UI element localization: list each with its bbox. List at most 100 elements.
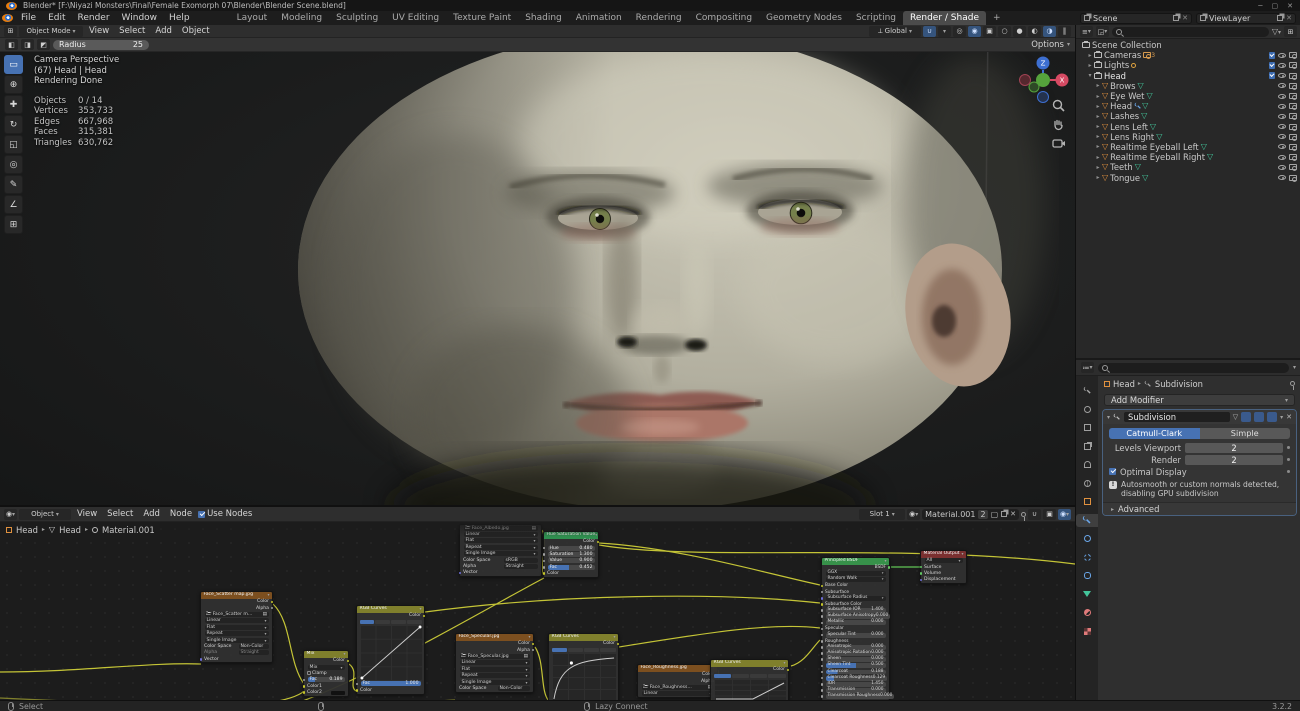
scene-selector[interactable]: Scene ✕ (1080, 13, 1192, 24)
new-material-icon[interactable] (1001, 511, 1007, 517)
radius-slider[interactable]: Radius 25 (53, 40, 149, 50)
snap-icon[interactable]: ∪ (1028, 509, 1041, 520)
delete-modifier-icon[interactable]: ✕ (1286, 413, 1292, 421)
mode-selector[interactable]: Object Mode▾ (19, 26, 83, 37)
new-collection-icon[interactable]: ⊞ (1284, 26, 1297, 37)
render-levels-slider[interactable]: 2 (1185, 455, 1283, 465)
modifier-name-field[interactable]: Subdivision (1124, 412, 1230, 422)
breadcrumb-object[interactable]: Head (1113, 379, 1135, 389)
tab-output[interactable] (1076, 421, 1098, 434)
add-modifier-dropdown[interactable]: Add Modifier▾ (1104, 394, 1295, 406)
tab-compositing[interactable]: Compositing (689, 11, 759, 25)
tool-scale[interactable]: ◱ (4, 135, 23, 154)
crumb-object[interactable]: Head (16, 525, 38, 535)
render-visibility-icon[interactable] (1289, 144, 1297, 150)
tab-render-shade[interactable]: Render / Shade (903, 11, 986, 25)
node-material-output[interactable]: Material Output▾ All▾ Surface Volume Dis… (920, 550, 967, 584)
outliner-row-scene-collection[interactable]: Scene Collection (1076, 40, 1300, 50)
shader-editor-type-icon[interactable]: ◉▾ (4, 509, 17, 520)
outliner-filter-icon[interactable]: ▽▾ (1272, 27, 1281, 36)
transform-orientation-selector[interactable]: ⟂Global▾ (869, 26, 921, 37)
zoom-icon[interactable] (1052, 99, 1065, 112)
hide-eye-icon[interactable] (1278, 83, 1286, 88)
overlay-icon[interactable]: ▣ (1043, 509, 1056, 520)
collection-checkbox[interactable] (1269, 62, 1276, 69)
viewport-menu-view[interactable]: View (85, 26, 113, 36)
display-editmode-toggle[interactable] (1241, 412, 1251, 422)
outliner-row-lens-right[interactable]: ▸▽ Lens Right▽ (1076, 132, 1300, 142)
render-visibility-icon[interactable] (1289, 154, 1297, 160)
node-rgb-curves-3[interactable]: RGB Curves▾ Color (710, 659, 789, 700)
hide-eye-icon[interactable] (1278, 124, 1286, 129)
pin-icon[interactable] (1021, 512, 1026, 517)
render-visibility-icon[interactable] (1289, 113, 1297, 119)
outliner-row-lashes[interactable]: ▸▽ Lashes▽ (1076, 111, 1300, 121)
shading-wireframe-icon[interactable]: ○ (998, 26, 1011, 37)
unlink-scene-icon[interactable]: ✕ (1182, 14, 1188, 22)
outliner-row-realtime-eyeball-left[interactable]: ▸▽ Realtime Eyeball Left▽ (1076, 142, 1300, 152)
shader-type-selector[interactable]: Object▾ (19, 509, 71, 520)
browse-material-icon[interactable]: ◉▾ (907, 509, 920, 520)
tab-sculpting[interactable]: Sculpting (329, 11, 385, 25)
outliner-filter-type-icon[interactable]: ◲▾ (1096, 26, 1109, 37)
tab-layout[interactable]: Layout (230, 11, 275, 25)
tab-particles[interactable] (1076, 532, 1098, 545)
display-render-toggle[interactable] (1267, 412, 1277, 422)
optimal-display-checkbox[interactable] (1109, 468, 1116, 475)
hide-eye-icon[interactable] (1278, 165, 1286, 170)
tool-move[interactable]: ✚ (4, 95, 23, 114)
tool-rotate[interactable]: ↻ (4, 115, 23, 134)
menu-edit[interactable]: Edit (42, 11, 71, 25)
tool-annotate[interactable]: ✎ (4, 175, 23, 194)
pan-hand-icon[interactable] (1052, 118, 1065, 131)
tab-rendering[interactable]: Rendering (629, 11, 689, 25)
hide-eye-icon[interactable] (1278, 155, 1286, 160)
minimize-button[interactable]: ─ (1258, 2, 1262, 10)
breadcrumb-modifier[interactable]: Subdivision (1155, 379, 1203, 389)
advanced-subpanel[interactable]: ▸Advanced (1103, 502, 1296, 515)
tool-cursor[interactable]: ⊕ (4, 75, 23, 94)
tab-modifiers[interactable] (1076, 514, 1098, 527)
xray-icon[interactable]: ▣ (983, 26, 996, 37)
tool-add-cube[interactable]: ⊞ (4, 215, 23, 234)
hide-eye-icon[interactable] (1278, 144, 1286, 149)
render-visibility-icon[interactable] (1289, 62, 1297, 68)
crumb-mesh[interactable]: Head (59, 525, 81, 535)
viewport-menu-object[interactable]: Object (178, 26, 214, 36)
new-scene-icon[interactable] (1173, 15, 1179, 21)
editor-type-icon[interactable]: ⊞ (4, 26, 17, 37)
tool-measure[interactable]: ∠ (4, 195, 23, 214)
snap-magnet-icon[interactable]: ∪ (923, 26, 936, 37)
crumb-material[interactable]: Material.001 (102, 525, 155, 535)
unlink-material-icon[interactable]: ✕ (1010, 510, 1016, 518)
render-visibility-icon[interactable] (1289, 73, 1297, 79)
outliner-row-cameras[interactable]: ▸ Cameras 3 (1076, 50, 1300, 60)
hide-eye-icon[interactable] (1278, 73, 1286, 78)
outliner-row-lights[interactable]: ▸ Lights (1076, 60, 1300, 70)
material-name-field[interactable]: Material.001 2 ▢ ✕ (922, 509, 1019, 520)
material-users-count[interactable]: 2 (978, 510, 987, 519)
node-rgb-curves-1[interactable]: RGB Curves▾ Color Fac1.000 Color (356, 605, 425, 695)
properties-editor-icon[interactable]: ≔▾ (1081, 362, 1094, 373)
shading-rendered-icon[interactable]: ◑ (1043, 26, 1056, 37)
animate-dot[interactable] (1287, 470, 1290, 473)
tab-modeling[interactable]: Modeling (274, 11, 329, 25)
hide-eye-icon[interactable] (1278, 134, 1286, 139)
shader-menu-view[interactable]: View (73, 509, 101, 519)
tab-object[interactable] (1076, 495, 1098, 508)
render-visibility-icon[interactable] (1289, 52, 1297, 58)
node-canvas[interactable]: 🗁Face_Albedo.jpg▤ Linear▾ Flat▾ Repeat▾ … (0, 522, 1075, 700)
modifier-extras-icon[interactable]: ▾ (1280, 414, 1283, 421)
menu-window[interactable]: Window (116, 11, 164, 25)
node-rgb-curves-2[interactable]: RGB Curves▾ Color (548, 633, 619, 700)
menu-file[interactable]: File (15, 11, 42, 25)
proportional-editing-icon[interactable]: ◎ (953, 26, 966, 37)
tab-render[interactable] (1076, 403, 1098, 416)
menu-help[interactable]: Help (163, 11, 196, 25)
shader-menu-select[interactable]: Select (103, 509, 137, 519)
overlays-icon[interactable]: ◉ (968, 26, 981, 37)
tab-physics[interactable] (1076, 551, 1098, 564)
render-visibility-icon[interactable] (1289, 164, 1297, 170)
levels-viewport-slider[interactable]: 2 (1185, 443, 1283, 453)
tab-uv-editing[interactable]: UV Editing (385, 11, 446, 25)
